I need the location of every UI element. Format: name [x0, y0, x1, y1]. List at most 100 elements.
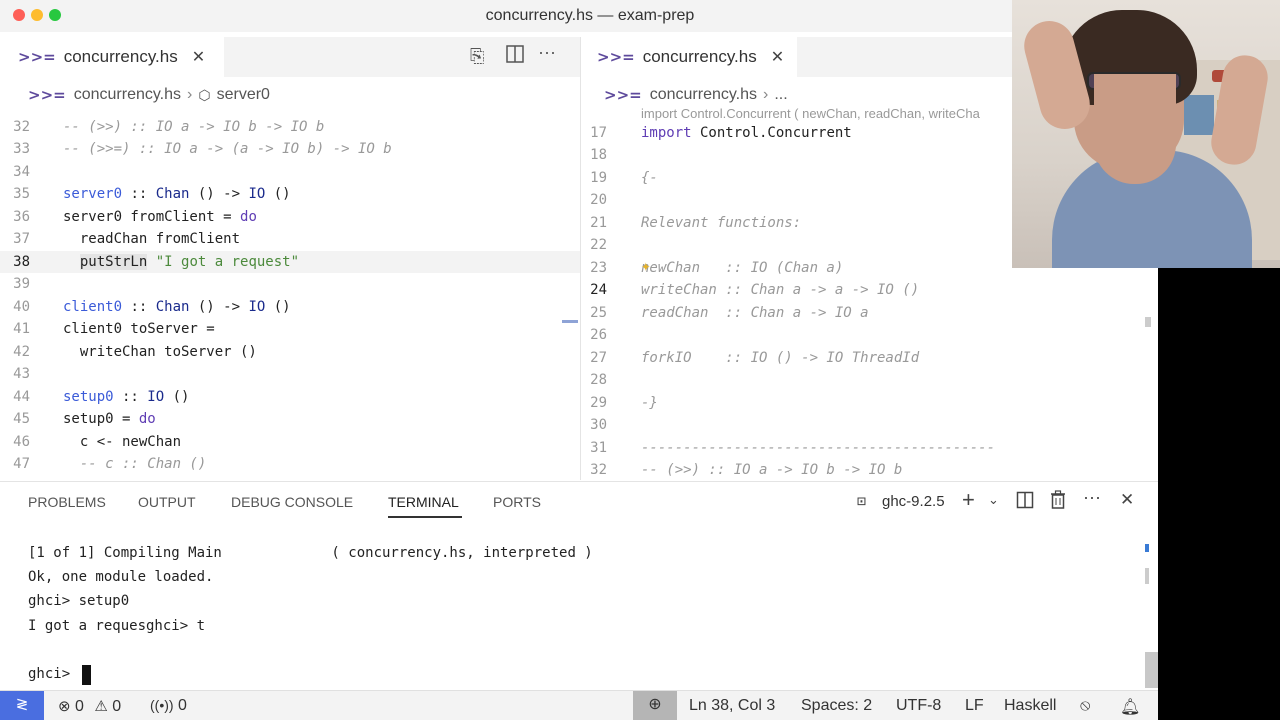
error-icon: ⊗: [58, 698, 71, 715]
breadcrumb-file[interactable]: concurrency.hs: [74, 86, 181, 104]
code-line: setup0 = do: [63, 411, 156, 427]
line-number: 19: [590, 170, 607, 186]
bell-icon[interactable]: 🔔︎: [1120, 697, 1140, 717]
lightbulb-icon[interactable]: ✦: [641, 256, 651, 275]
line-number: 36: [13, 209, 30, 225]
code-line: readChan :: Chan a -> IO a: [641, 305, 869, 321]
line-number: 32: [590, 462, 607, 478]
open-changes-icon[interactable]: ⎘: [470, 46, 484, 67]
line-number: 37: [13, 231, 30, 247]
code-line: -- (>>) :: IO a -> IO b -> IO b: [63, 119, 325, 135]
line-number: 38: [13, 254, 30, 270]
scrollbar-thumb[interactable]: [1145, 317, 1151, 327]
cursor-position[interactable]: Ln 38, Col 3: [689, 697, 775, 715]
tab-terminal[interactable]: TERMINAL: [388, 494, 459, 510]
active-tab-underline: [388, 516, 462, 518]
haskell-file-icon: >>=: [18, 48, 56, 66]
line-ending[interactable]: LF: [965, 697, 984, 715]
breadcrumb-more[interactable]: ...: [774, 86, 787, 104]
left-code-area[interactable]: 32 33 34 35 36 37 38 39 40 41 42 43 44 4…: [0, 116, 580, 480]
line-number: 35: [13, 186, 30, 202]
close-tab-icon[interactable]: ✕: [192, 47, 205, 67]
chevron-right-icon: ›: [763, 86, 769, 103]
code-line: server0 fromClient = do: [63, 209, 257, 225]
tab-debug-console[interactable]: DEBUG CONSOLE: [231, 494, 353, 510]
terminal-icon: ⊡: [857, 492, 867, 510]
line-number: 40: [13, 299, 30, 315]
copilot-icon[interactable]: ⦸: [1080, 697, 1090, 715]
new-terminal-icon[interactable]: +: [962, 487, 975, 513]
indentation[interactable]: Spaces: 2: [801, 697, 872, 715]
language-mode[interactable]: Haskell: [1004, 697, 1056, 715]
scrollbar-thumb[interactable]: [1145, 568, 1149, 584]
close-panel-icon[interactable]: ✕: [1120, 490, 1134, 510]
code-line: -}: [641, 395, 658, 411]
encoding[interactable]: UTF-8: [896, 697, 941, 715]
line-number: 47: [13, 456, 30, 472]
tab-problems[interactable]: PROBLEMS: [28, 494, 106, 510]
code-line: ----------------------------------------…: [641, 440, 996, 456]
code-line: -- c :: Chan (): [63, 456, 207, 472]
code-line: newChan :: IO (Chan a): [641, 260, 844, 276]
warning-icon: ⚠: [94, 698, 108, 715]
split-terminal-icon[interactable]: [1016, 491, 1034, 514]
code-line: Relevant functions:: [641, 215, 802, 231]
breadcrumb-symbol[interactable]: server0: [217, 86, 270, 104]
title-bar: concurrency.hs — exam-prep: [0, 0, 1158, 32]
terminal-line: I got a requesghci> t: [28, 618, 206, 634]
line-number: 27: [590, 350, 607, 366]
left-editor-tab[interactable]: >>= concurrency.hs ✕: [0, 37, 224, 77]
code-line: client0 toServer =: [63, 321, 215, 337]
right-tab-label: concurrency.hs: [642, 47, 757, 66]
more-actions-icon[interactable]: ···: [538, 42, 556, 63]
line-number: 25: [590, 305, 607, 321]
line-number: 41: [13, 321, 30, 337]
window-title: concurrency.hs — exam-prep: [485, 7, 695, 24]
line-number: 46: [13, 434, 30, 450]
status-bar: ≷ ⊗ 0 ⚠ 0 ((•)) 0 ⊕ Ln 38, Col 3 Spaces:…: [0, 690, 1158, 720]
breadcrumb-file[interactable]: concurrency.hs: [650, 86, 757, 104]
chevron-down-icon[interactable]: ⌄: [988, 492, 999, 508]
zoom-icon[interactable]: ⊕: [633, 691, 677, 720]
scrollbar-marker: [562, 320, 578, 323]
code-line: writeChan toServer (): [63, 344, 257, 360]
code-line: forkIO :: IO () -> IO ThreadId: [641, 350, 920, 366]
line-number: 20: [590, 192, 607, 208]
problems-indicator[interactable]: ⊗ 0 ⚠ 0: [58, 697, 121, 716]
terminal-scrollbar[interactable]: [1145, 652, 1158, 688]
line-number: 42: [13, 344, 30, 360]
sticky-scroll-header[interactable]: import Control.Concurrent ( newChan, rea…: [641, 106, 1011, 121]
book: [1184, 95, 1214, 135]
terminal-prompt: ghci>: [28, 666, 79, 682]
chevron-right-icon: ›: [187, 86, 193, 103]
line-number: 39: [13, 276, 30, 292]
tab-output[interactable]: OUTPUT: [138, 494, 196, 510]
left-breadcrumb: >>= concurrency.hs › ⬡ server0: [28, 82, 270, 108]
remote-indicator-icon[interactable]: ≷: [0, 691, 44, 720]
line-number: 33: [13, 141, 30, 157]
line-number: 31: [590, 440, 607, 456]
terminal-name[interactable]: ghc-9.2.5: [882, 493, 945, 510]
line-number: 22: [590, 237, 607, 253]
ports-count: 0: [178, 697, 187, 714]
trash-icon[interactable]: [1050, 490, 1066, 515]
line-number: 17: [590, 125, 607, 141]
panel-tab-bar: PROBLEMS OUTPUT DEBUG CONSOLE TERMINAL P…: [0, 482, 1158, 520]
line-number: 24: [590, 282, 607, 298]
right-editor-tab[interactable]: >>= concurrency.hs ✕: [581, 37, 797, 77]
more-actions-icon[interactable]: ···: [1083, 487, 1101, 508]
line-number: 23: [590, 260, 607, 276]
ports-indicator[interactable]: ((•)) 0: [150, 697, 187, 715]
split-editor-icon[interactable]: [505, 44, 525, 69]
line-number: 30: [590, 417, 607, 433]
haskell-file-icon: >>=: [597, 48, 635, 66]
haskell-file-icon: >>=: [28, 86, 66, 104]
scroll-marker: [1145, 544, 1149, 552]
haskell-file-icon: >>=: [604, 86, 642, 104]
left-tab-label: concurrency.hs: [63, 47, 178, 66]
tab-ports[interactable]: PORTS: [493, 494, 541, 510]
vscode-window: concurrency.hs — exam-prep >>= concurren…: [0, 0, 1158, 720]
line-number: 26: [590, 327, 607, 343]
line-number: 45: [13, 411, 30, 427]
close-tab-icon[interactable]: ✕: [771, 47, 784, 67]
